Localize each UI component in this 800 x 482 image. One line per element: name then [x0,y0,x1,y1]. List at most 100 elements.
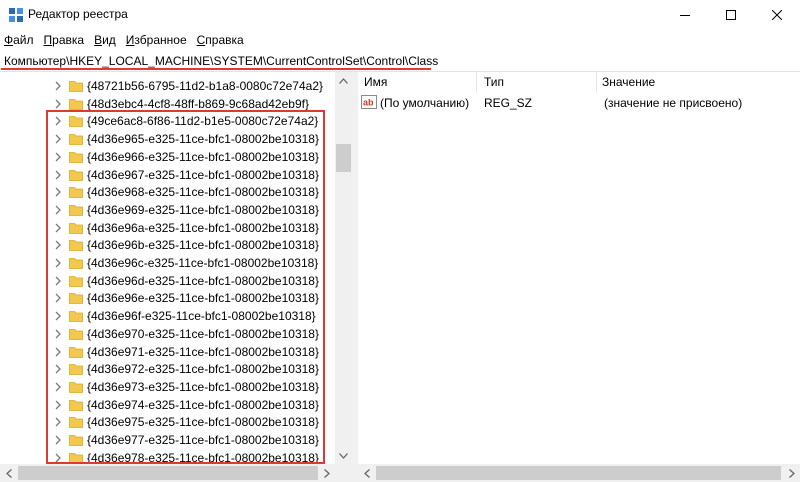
chevron-right-icon[interactable] [53,346,63,358]
tree-item[interactable]: {4d36e972-e325-11ce-bfc1-08002be10318} [0,360,336,378]
folder-icon [69,151,83,163]
tree-item-label: {4d36e96c-e325-11ce-bfc1-08002be10318} [87,256,319,270]
chevron-right-icon [323,468,330,478]
menu-bar: Файл Правка Вид Избранное Справка [0,30,800,50]
tree-item-label: {4d36e96f-e325-11ce-bfc1-08002be10318} [87,309,316,324]
svg-text:ab: ab [363,98,374,108]
chevron-right-icon[interactable] [53,239,63,251]
chevron-right-icon[interactable] [53,222,63,234]
tree-item[interactable]: {4d36e96c-e325-11ce-bfc1-08002be10318} [0,254,336,272]
menu-help[interactable]: Справка [192,30,249,50]
scroll-thumb[interactable] [376,466,781,480]
scroll-up-button[interactable] [335,72,352,89]
tree-item-label: {4d36e96e-e325-11ce-bfc1-08002be10318} [87,291,319,306]
tree-item[interactable]: {4d36e971-e325-11ce-bfc1-08002be10318} [0,343,336,361]
tree-item[interactable]: {4d36e96e-e325-11ce-bfc1-08002be10318} [0,289,336,307]
value-row[interactable]: ab (По умолчанию) REG_SZ (значение не пр… [358,94,800,112]
tree-item-label: {48721b56-6795-11d2-b1a8-0080c72e74a2} [87,79,323,93]
folder-icon [69,381,83,393]
chevron-right-icon[interactable] [53,115,63,127]
chevron-right-icon[interactable] [53,381,63,393]
chevron-right-icon[interactable] [53,434,63,446]
folder-icon [69,293,83,305]
scroll-thumb[interactable] [336,144,351,172]
chevron-right-icon[interactable] [53,416,63,428]
folder-icon [69,435,83,446]
chevron-right-icon[interactable] [53,328,63,340]
tree-item-label: {4d36e973-e325-11ce-bfc1-08002be10318} [87,379,319,394]
scroll-thumb[interactable] [18,466,318,480]
scroll-left-button[interactable] [358,464,375,482]
chevron-right-icon[interactable] [53,133,63,145]
chevron-right-icon[interactable] [53,452,63,464]
values-list[interactable]: Имя Тип Значение ab (По умолчанию) REG_S… [358,72,800,464]
tree-item[interactable]: {4d36e974-e325-11ce-bfc1-08002be10318} [0,396,336,414]
chevron-right-icon[interactable] [53,186,63,198]
column-header-name[interactable]: Имя [364,72,387,92]
menu-view[interactable]: Вид [89,30,121,50]
tree-item[interactable]: {4d36e96b-e325-11ce-bfc1-08002be10318} [0,236,336,254]
key-tree[interactable]: {48721b56-6795-11d2-b1a8-0080c72e74a2} {4… [0,72,352,464]
minimize-button[interactable] [662,0,708,30]
tree-item[interactable]: {4d36e978-e325-11ce-bfc1-08002be10318} [0,449,336,464]
chevron-right-icon[interactable] [53,80,63,92]
chevron-right-icon[interactable] [53,399,63,411]
tree-item-label: {4d36e966-e325-11ce-bfc1-08002be10318} [87,149,319,164]
tree-item[interactable]: {4d36e968-e325-11ce-bfc1-08002be10318} [0,183,336,201]
chevron-right-icon[interactable] [53,169,63,181]
values-horizontal-scrollbar[interactable] [358,464,800,482]
window-title: Редактор реестра [28,7,128,21]
chevron-right-icon[interactable] [53,204,63,216]
tree-vertical-scrollbar[interactable] [335,72,352,464]
tree-item[interactable]: {48d3ebc4-4cf8-48ff-b869-9c68ad42eb9f} [0,95,336,113]
tree-item[interactable]: {4d36e965-e325-11ce-bfc1-08002be10318} [0,130,336,148]
column-header-type[interactable]: Тип [484,72,504,92]
chevron-right-icon[interactable] [53,363,63,375]
tree-item[interactable]: {4d36e969-e325-11ce-bfc1-08002be10318} [0,201,336,219]
tree-item[interactable]: {48721b56-6795-11d2-b1a8-0080c72e74a2} [0,77,336,95]
tree-item[interactable]: {49ce6ac8-6f86-11d2-b1e5-0080c72e74a2} [0,112,336,130]
column-divider[interactable] [596,72,597,92]
folder-icon [69,346,83,358]
tree-item-label: {4d36e969-e325-11ce-bfc1-08002be10318} [87,202,319,217]
scroll-right-button[interactable] [783,464,800,482]
folder-icon [69,187,83,199]
close-button[interactable] [754,0,800,30]
column-divider[interactable] [476,72,477,92]
tree-item[interactable]: {4d36e966-e325-11ce-bfc1-08002be10318} [0,148,336,166]
chevron-right-icon[interactable] [53,292,63,304]
chevron-right-icon[interactable] [53,98,63,110]
tree-item[interactable]: {4d36e977-e325-11ce-bfc1-08002be10318} [0,431,336,449]
maximize-button[interactable] [708,0,754,30]
folder-icon [69,452,83,464]
scroll-down-button[interactable] [335,447,352,464]
menu-favorites[interactable]: Избранное [121,30,192,50]
tree-item-label: {4d36e967-e325-11ce-bfc1-08002be10318} [87,167,319,182]
tree-item[interactable]: {4d36e96a-e325-11ce-bfc1-08002be10318} [0,219,336,237]
menu-edit[interactable]: Правка [39,30,90,50]
tree-item-label: {4d36e977-e325-11ce-bfc1-08002be10318} [87,433,319,447]
tree-item-label: {4d36e970-e325-11ce-bfc1-08002be10318} [87,326,319,341]
chevron-right-icon[interactable] [53,310,63,322]
menu-file[interactable]: Файл [0,30,39,50]
folder-icon [69,417,83,429]
tree-item[interactable]: {4d36e975-e325-11ce-bfc1-08002be10318} [0,413,336,431]
tree-item[interactable]: {4d36e96f-e325-11ce-bfc1-08002be10318} [0,307,336,325]
tree-horizontal-scrollbar[interactable] [0,464,352,482]
folder-icon [69,399,83,411]
maximize-icon [726,10,736,20]
column-header-data[interactable]: Значение [602,72,655,92]
value-type: REG_SZ [484,96,533,110]
folder-icon [69,116,83,128]
folder-icon [69,275,83,287]
tree-item[interactable]: {4d36e973-e325-11ce-bfc1-08002be10318} [0,378,336,396]
address-path[interactable]: Компьютер\HKEY_LOCAL_MACHINE\SYSTEM\Curr… [4,54,438,68]
scroll-right-button[interactable] [318,464,335,482]
tree-item[interactable]: {4d36e96d-e325-11ce-bfc1-08002be10318} [0,272,336,290]
chevron-right-icon[interactable] [53,257,63,269]
tree-item[interactable]: {4d36e970-e325-11ce-bfc1-08002be10318} [0,325,336,343]
tree-item[interactable]: {4d36e967-e325-11ce-bfc1-08002be10318} [0,166,336,184]
chevron-right-icon[interactable] [53,151,63,163]
chevron-right-icon[interactable] [53,275,63,287]
scroll-left-button[interactable] [0,464,17,482]
